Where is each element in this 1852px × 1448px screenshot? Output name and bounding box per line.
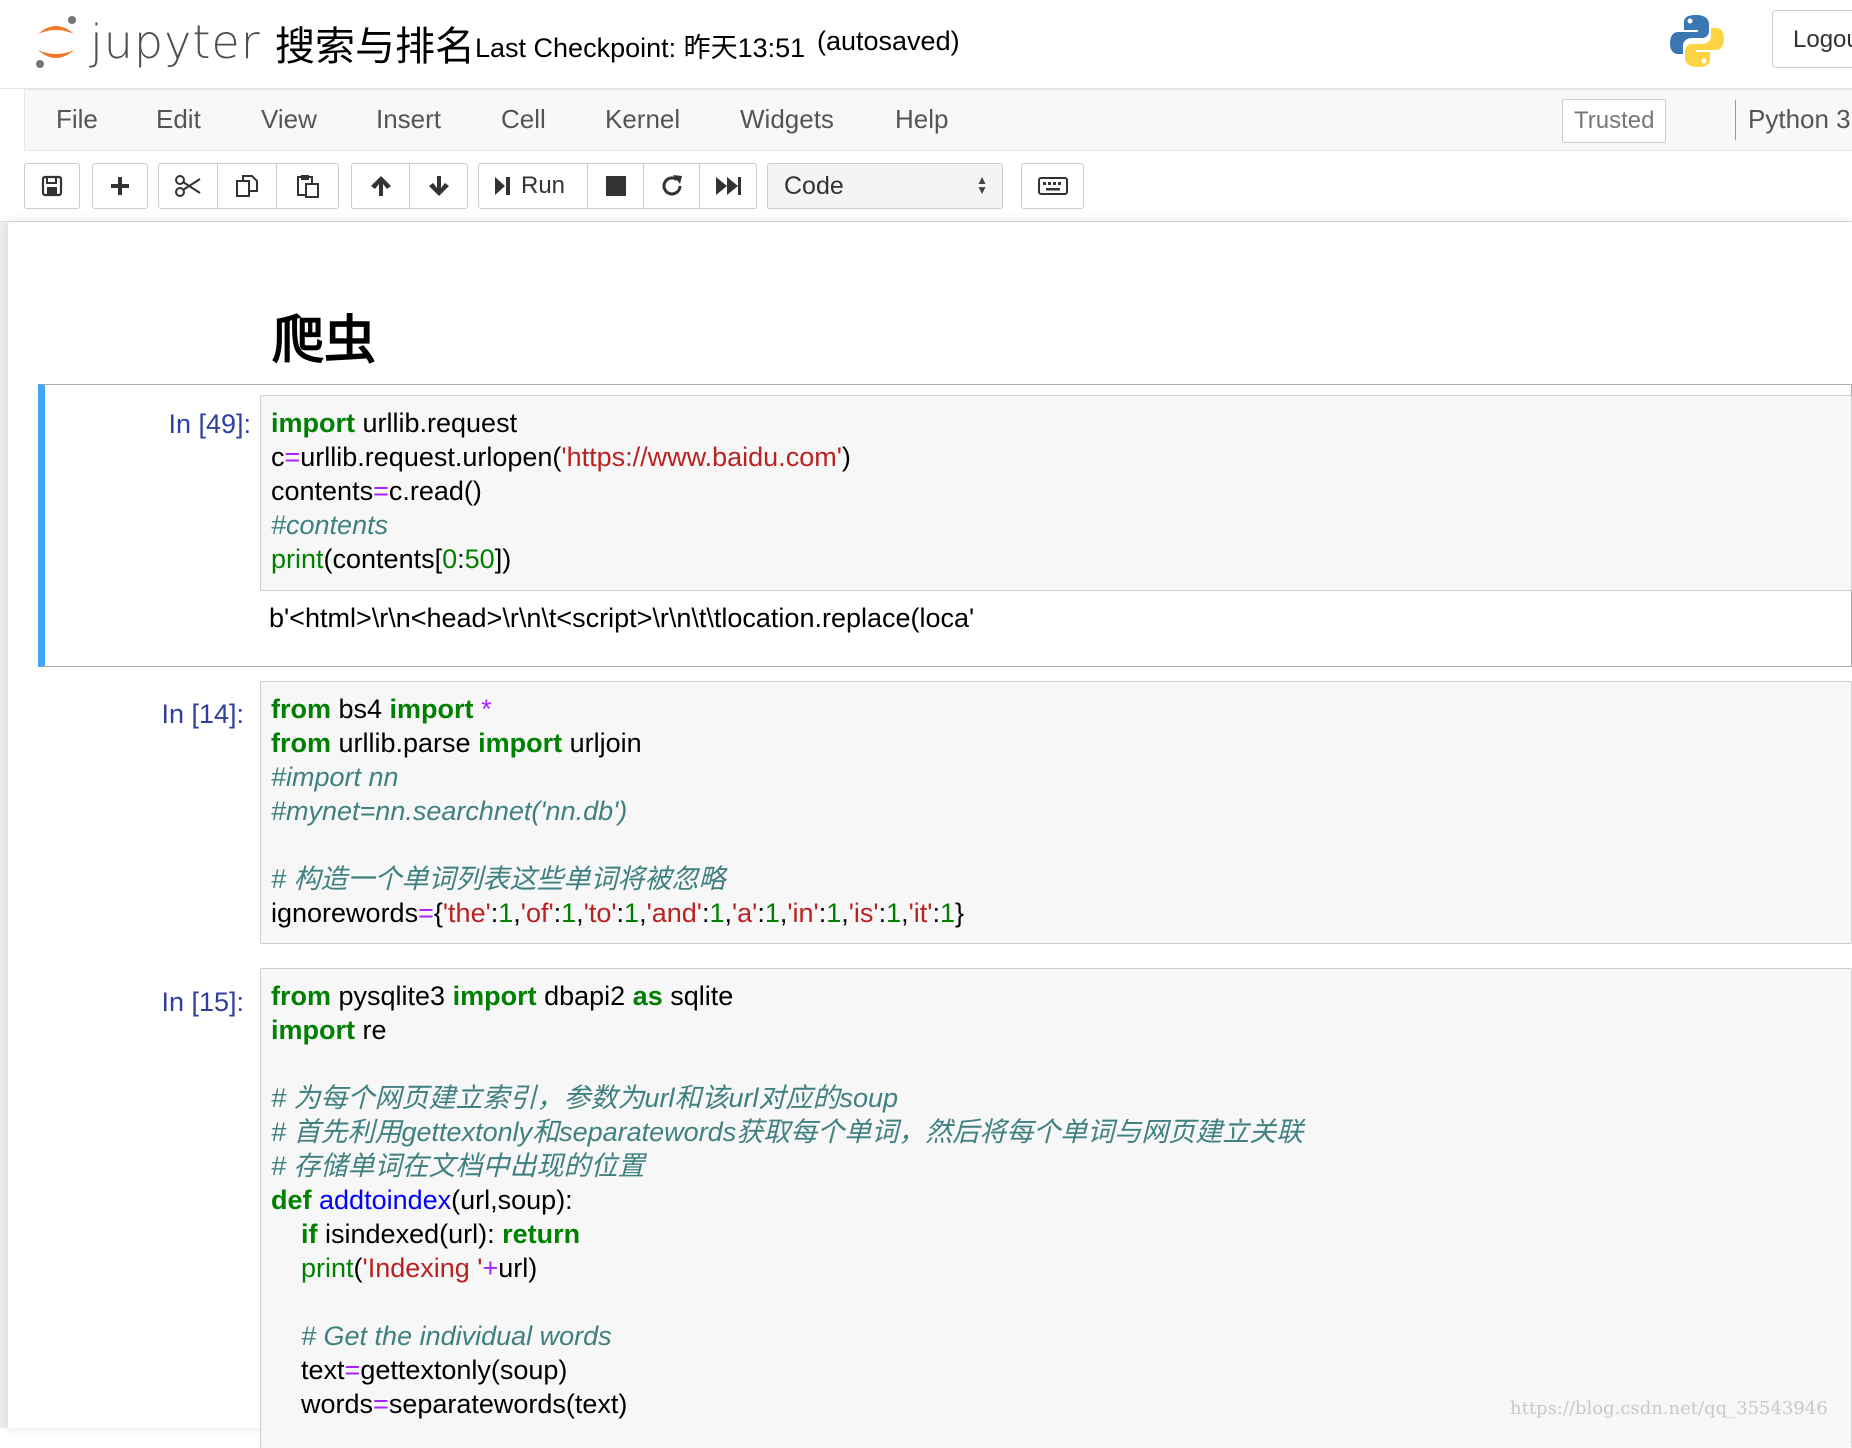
select-arrows-icon: ▲ ▼: [976, 173, 988, 197]
keyboard-icon: [1037, 177, 1068, 195]
copy-icon: [236, 175, 258, 197]
run-button[interactable]: Run: [478, 163, 588, 209]
code-cell[interactable]: In [49]: import urllib.request c=urllib.…: [38, 384, 1852, 667]
menubar: File Edit View Insert Cell Kernel Widget…: [24, 89, 1852, 151]
step-forward-icon: [495, 177, 510, 195]
code-line: if isindexed(url): return: [301, 1219, 581, 1249]
cell-type-select[interactable]: Code ▲ ▼: [767, 163, 1003, 209]
logo-text: jupyter: [90, 15, 261, 69]
code-line: from bs4 import *: [271, 694, 492, 724]
toolbar: Run Code ▲ ▼: [0, 151, 1852, 222]
cell-type-value: Code: [784, 172, 844, 200]
code-line: c=urllib.request.urlopen('https://www.ba…: [271, 442, 851, 472]
paste-icon: [296, 175, 319, 198]
fast-forward-icon: [716, 177, 741, 195]
menu-view[interactable]: View: [261, 104, 317, 135]
arrow-up-icon: [370, 176, 391, 196]
code-cell[interactable]: In [14]: from bs4 import * from urllib.p…: [38, 672, 1852, 952]
insert-cell-button[interactable]: [92, 163, 148, 209]
stop-icon: [605, 176, 626, 196]
python-logo-icon: [1670, 15, 1724, 67]
code-line: # 存储单词在文档中出现的位置: [271, 1151, 645, 1181]
menu-kernel[interactable]: Kernel: [605, 104, 680, 135]
trusted-indicator[interactable]: Trusted: [1562, 99, 1667, 143]
jupyter-logo-icon: [36, 16, 76, 68]
code-line: text=gettextonly(soup): [271, 1355, 568, 1385]
notebook-area: 爬虫 In [49]: import urllib.request c=urll…: [0, 222, 1852, 1448]
code-input[interactable]: from pysqlite3 import dbapi2 as sqlite i…: [260, 968, 1852, 1448]
code-line: def addtoindex(url,soup):: [271, 1185, 573, 1215]
move-up-button[interactable]: [351, 163, 410, 209]
code-line: #import nn: [271, 762, 399, 792]
copy-button[interactable]: [217, 163, 277, 209]
jupyter-logo[interactable]: jupyter: [32, 12, 261, 72]
notebook-title[interactable]: 搜索与排名: [275, 14, 475, 72]
command-palette-button[interactable]: [1021, 163, 1084, 209]
code-line: ignorewords={'the':1,'of':1,'to':1,'and'…: [271, 898, 965, 928]
markdown-heading: 爬虫: [272, 312, 377, 370]
restart-run-all-button[interactable]: [699, 163, 757, 209]
cell-prompt: In [49]:: [168, 409, 251, 439]
move-down-button[interactable]: [409, 163, 468, 209]
code-line: from pysqlite3 import dbapi2 as sqlite: [271, 981, 734, 1011]
header: jupyter 搜索与排名 Last Checkpoint: 昨天13:51 (…: [0, 0, 1852, 89]
save-button[interactable]: [24, 163, 80, 209]
run-label: Run: [521, 172, 566, 199]
code-line: # 首先利用gettextonly和separatewords获取每个单词，然后…: [271, 1117, 1304, 1147]
menu-cell[interactable]: Cell: [501, 104, 546, 135]
autosave-status: (autosaved): [817, 26, 960, 56]
scissors-icon: [175, 175, 201, 197]
cell-output: b'<html>\r\n<head>\r\n\t<script>\r\n\t\t…: [269, 603, 975, 633]
interrupt-kernel-button[interactable]: [587, 163, 644, 209]
code-line: # 构造一个单词列表这些单词将被忽略: [271, 864, 726, 894]
code-line: import re: [271, 1015, 387, 1045]
code-input[interactable]: from bs4 import * from urllib.parse impo…: [260, 681, 1852, 944]
code-input[interactable]: import urllib.request c=urllib.request.u…: [260, 395, 1852, 591]
code-line: print('Indexing '+url): [301, 1253, 538, 1283]
code-line: #mynet=nn.searchnet('nn.db'): [271, 796, 628, 826]
menu-edit[interactable]: Edit: [156, 104, 201, 135]
code-cell[interactable]: In [15]: from pysqlite3 import dbapi2 as…: [38, 962, 1852, 1448]
cell-prompt: In [14]:: [161, 699, 244, 729]
code-line: from urllib.parse import urljoin: [271, 728, 642, 758]
paste-button[interactable]: [276, 163, 339, 209]
code-line: #contents: [271, 510, 389, 540]
notebook-page: 爬虫 In [49]: import urllib.request c=urll…: [8, 222, 1852, 1448]
menu-help[interactable]: Help: [895, 104, 948, 135]
kernel-separator: [1735, 100, 1736, 140]
menu-file[interactable]: File: [56, 104, 98, 135]
kernel-name[interactable]: Python 3: [1748, 104, 1851, 135]
menu-insert[interactable]: Insert: [376, 104, 441, 135]
logout-button[interactable]: Logout: [1772, 10, 1852, 68]
code-line: import urllib.request: [271, 408, 518, 438]
code-line: # 为每个网页建立索引，参数为url和该url对应的soup: [271, 1083, 899, 1113]
code-line: contents=c.read(): [271, 476, 482, 506]
plus-icon: [111, 177, 129, 195]
restart-kernel-button[interactable]: [643, 163, 700, 209]
code-line: print(contents[0:50]): [271, 544, 512, 574]
cell-prompt: In [15]:: [161, 987, 244, 1017]
watermark: https://blog.csdn.net/qq_35543946: [1510, 1398, 1828, 1419]
menu-widgets[interactable]: Widgets: [740, 104, 834, 135]
save-icon: [41, 175, 63, 197]
code-block: from bs4 import * from urllib.parse impo…: [271, 692, 964, 930]
checkpoint-status: Last Checkpoint: 昨天13:51: [475, 33, 806, 63]
code-line: # Get the individual words: [301, 1321, 612, 1351]
cut-button[interactable]: [158, 163, 218, 209]
code-line: words=separatewords(text): [271, 1389, 628, 1419]
restart-icon: [662, 175, 682, 196]
arrow-down-icon: [428, 176, 449, 196]
code-block: import urllib.request c=urllib.request.u…: [271, 406, 851, 576]
code-block: from pysqlite3 import dbapi2 as sqlite i…: [271, 979, 1303, 1421]
